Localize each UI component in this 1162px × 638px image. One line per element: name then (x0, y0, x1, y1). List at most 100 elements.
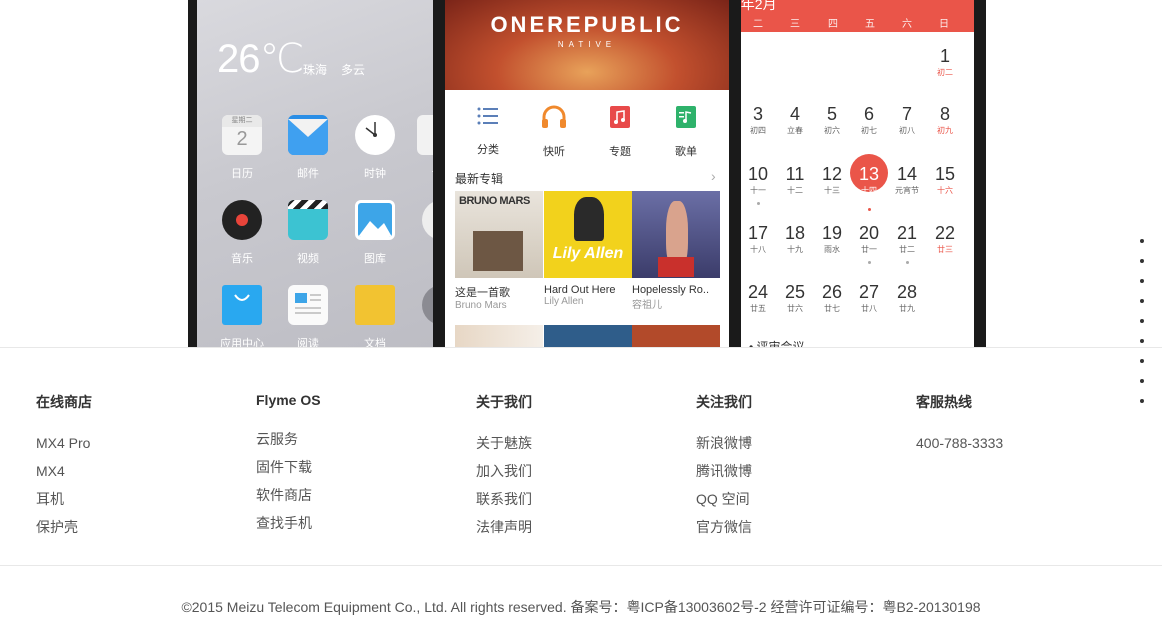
category-label: 专题 (609, 146, 631, 158)
calendar-day[interactable]: 1 初二 (927, 46, 963, 78)
app-clock: 时钟 (345, 115, 405, 181)
pager-dot[interactable] (1140, 319, 1144, 323)
footer-link[interactable]: 法律声明 (476, 513, 532, 541)
day-number: 13 (858, 164, 880, 184)
day-lunar: 十八 (750, 245, 766, 254)
gallery-mountain-glyph (358, 203, 392, 237)
event-dot (867, 261, 871, 264)
weather-city: 珠海 (303, 63, 328, 77)
hotline-number[interactable]: 400-788-3333 (916, 429, 1003, 457)
day-lunar: 廿一 (861, 245, 877, 254)
day-number: 22 (934, 223, 956, 243)
pager-dot[interactable] (1140, 399, 1144, 403)
footer-link[interactable]: 腾讯微博 (696, 457, 752, 485)
calendar-day[interactable]: 3 初四 (741, 104, 776, 136)
clock-hands-glyph (365, 122, 377, 137)
app-store-bag-icon (222, 285, 262, 325)
weekday-label: 五 (865, 19, 875, 30)
album-artist: Bruno Mars (455, 300, 507, 311)
calendar-day[interactable]: 10 十一 (741, 164, 776, 205)
calendar-day[interactable]: 11 十二 (777, 164, 813, 196)
album-card[interactable]: BRUNO MARS 这是一首歌 Bruno Mars (455, 191, 543, 311)
calendar-day[interactable]: 12 十三 (814, 164, 850, 196)
event-dot (867, 208, 871, 211)
day-lunar: 元宵节 (895, 186, 919, 195)
day-lunar: 初四 (750, 126, 766, 135)
album-card[interactable]: Lily Allen Hard Out Here Lily Allen (544, 191, 632, 307)
calendar-day-today[interactable]: 13 十四 (850, 154, 888, 211)
footer-link[interactable]: 新浪微博 (696, 429, 752, 457)
day-lunar: 雨水 (824, 245, 840, 254)
footer-link[interactable]: 查找手机 (256, 509, 321, 537)
day-lunar: 廿八 (861, 304, 877, 313)
pager-dot[interactable] (1140, 259, 1144, 263)
footer-link[interactable]: 云服务 (256, 425, 321, 453)
day-lunar: 初八 (899, 126, 915, 135)
calendar-day[interactable]: 8 初九 (927, 104, 963, 136)
footer-link[interactable]: MX4 Pro (36, 429, 92, 457)
pager-dot[interactable] (1140, 299, 1144, 303)
footer-link[interactable]: MX4 (36, 457, 92, 485)
album-title: 这是一首歌 (455, 287, 510, 299)
calendar-day[interactable]: 5 初六 (814, 104, 850, 136)
category-label: 分类 (477, 144, 499, 156)
day-lunar: 十四 (861, 186, 877, 195)
slide-pager[interactable] (1140, 239, 1150, 419)
calendar-day[interactable]: 27 廿八 (851, 282, 887, 314)
album-cover: BRUNO MARS (455, 191, 543, 278)
calendar-day[interactable]: 24 廿五 (741, 282, 776, 314)
day-number: 26 (821, 282, 843, 302)
gallery-icon (355, 200, 395, 240)
calendar-day[interactable]: 25 廿六 (777, 282, 813, 314)
calendar-day[interactable]: 6 初七 (851, 104, 887, 136)
calendar-day[interactable]: 20 廿一 (851, 223, 887, 264)
day-number: 27 (858, 282, 880, 302)
calendar-day[interactable]: 21 廿二 (889, 223, 925, 264)
calendar-day[interactable]: 19 雨水 (814, 223, 850, 255)
app-label: 邮件 (297, 168, 319, 180)
pager-dot[interactable] (1140, 379, 1144, 383)
day-number: 19 (821, 223, 843, 243)
footer-link[interactable]: 官方微信 (696, 513, 752, 541)
pager-dot[interactable] (1140, 239, 1144, 243)
section-title-new-albums: 最新专辑 (455, 172, 504, 186)
day-number: 18 (784, 223, 806, 243)
pager-dot[interactable] (1140, 339, 1144, 343)
weather-temperature: 26℃ (217, 37, 304, 81)
day-lunar: 十三 (824, 186, 840, 195)
footer-link[interactable]: 联系我们 (476, 485, 532, 513)
calendar-day[interactable]: 22 廿三 (927, 223, 963, 255)
calendar-day[interactable]: 7 初八 (889, 104, 925, 136)
calendar-day[interactable]: 4 立春 (777, 104, 813, 136)
footer-link[interactable]: 软件商店 (256, 481, 321, 509)
day-lunar: 廿二 (899, 245, 915, 254)
footer-link[interactable]: QQ 空间 (696, 485, 752, 513)
footer-link[interactable]: 加入我们 (476, 457, 532, 485)
category-label: 快听 (543, 146, 565, 158)
day-number: 11 (785, 164, 805, 184)
footer-link[interactable]: 保护壳 (36, 513, 92, 541)
footer-link[interactable]: 固件下载 (256, 453, 321, 481)
footer-link[interactable]: 关于魅族 (476, 429, 532, 457)
chevron-right-icon[interactable]: › (711, 168, 716, 184)
calendar-day[interactable]: 14 元宵节 (889, 164, 925, 196)
footer-column-hotline: 客服热线 400-788-3333 (916, 392, 1003, 457)
event-dot (905, 261, 909, 264)
calendar-day[interactable]: 28 廿九 (889, 282, 925, 314)
app-settings-partial (412, 285, 433, 325)
app-music: 音乐 (212, 200, 272, 266)
calendar-day[interactable]: 17 十八 (741, 223, 776, 255)
footer-link[interactable]: 耳机 (36, 485, 92, 513)
app-label: 计 (407, 165, 434, 181)
calendar-day[interactable]: 18 十九 (777, 223, 813, 255)
pager-dot[interactable] (1140, 359, 1144, 363)
day-number: 28 (896, 282, 918, 302)
pager-dot[interactable] (1140, 279, 1144, 283)
hero-divider (0, 347, 1162, 348)
cover-text: Lily Allen (552, 245, 624, 262)
album-card[interactable]: Hopelessly Ro.. 容祖儿 (632, 191, 720, 311)
calendar-screen: 5年2月 二 三 四 五 六 日 1 初二 3 初四 4 立春 5 初六 6 初七 7 初八… (741, 0, 974, 348)
day-lunar: 廿五 (750, 304, 766, 313)
calendar-day[interactable]: 26 廿七 (814, 282, 850, 314)
calendar-day[interactable]: 15 十六 (927, 164, 963, 196)
